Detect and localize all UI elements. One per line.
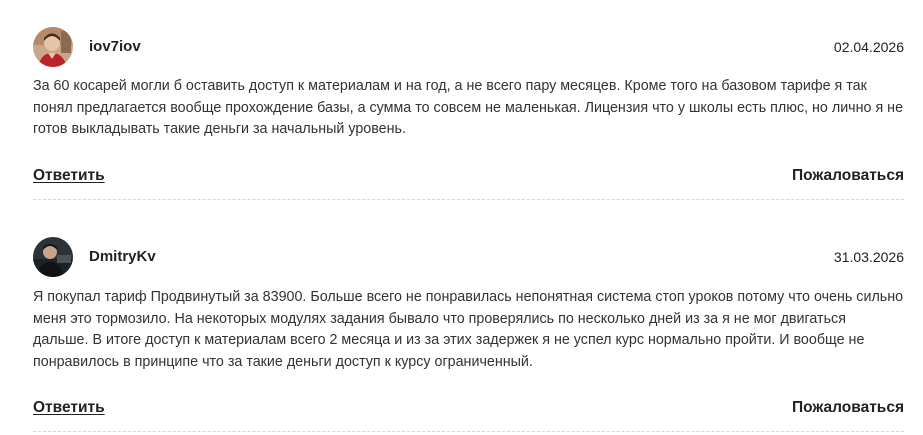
user-avatar[interactable] bbox=[33, 237, 73, 277]
reply-button[interactable]: Ответить bbox=[33, 166, 105, 186]
comment-divider bbox=[33, 431, 904, 432]
comment-item: iov7iov 02.04.2026 За 60 косарей могли б… bbox=[33, 27, 904, 200]
user-avatar[interactable] bbox=[33, 27, 73, 67]
comment-text: Я покупал тариф Продвинутый за 83900. Бо… bbox=[33, 289, 904, 370]
comment-divider bbox=[33, 199, 904, 200]
comment-username[interactable]: DmitryKv bbox=[89, 248, 156, 266]
avatar-photo-icon bbox=[33, 27, 73, 67]
reply-button[interactable]: Ответить bbox=[33, 398, 105, 418]
avatar-photo-icon bbox=[33, 237, 73, 277]
comment-text: За 60 косарей могли б оставить доступ к … bbox=[33, 78, 904, 137]
comment-date: 02.04.2026 bbox=[833, 39, 904, 55]
comment-item: DmitryKv 31.03.2026 Я покупал тариф Прод… bbox=[33, 237, 904, 432]
comment-header: iov7iov 02.04.2026 bbox=[33, 27, 904, 67]
report-button[interactable]: Пожаловаться bbox=[792, 398, 904, 418]
comment-date: 31.03.2026 bbox=[833, 249, 904, 265]
report-button[interactable]: Пожаловаться bbox=[792, 166, 904, 186]
comment-header: DmitryKv 31.03.2026 bbox=[33, 237, 904, 277]
comment-actions: Ответить Пожаловаться bbox=[33, 398, 904, 418]
comment-actions: Ответить Пожаловаться bbox=[33, 166, 904, 186]
comment-username[interactable]: iov7iov bbox=[89, 38, 141, 56]
